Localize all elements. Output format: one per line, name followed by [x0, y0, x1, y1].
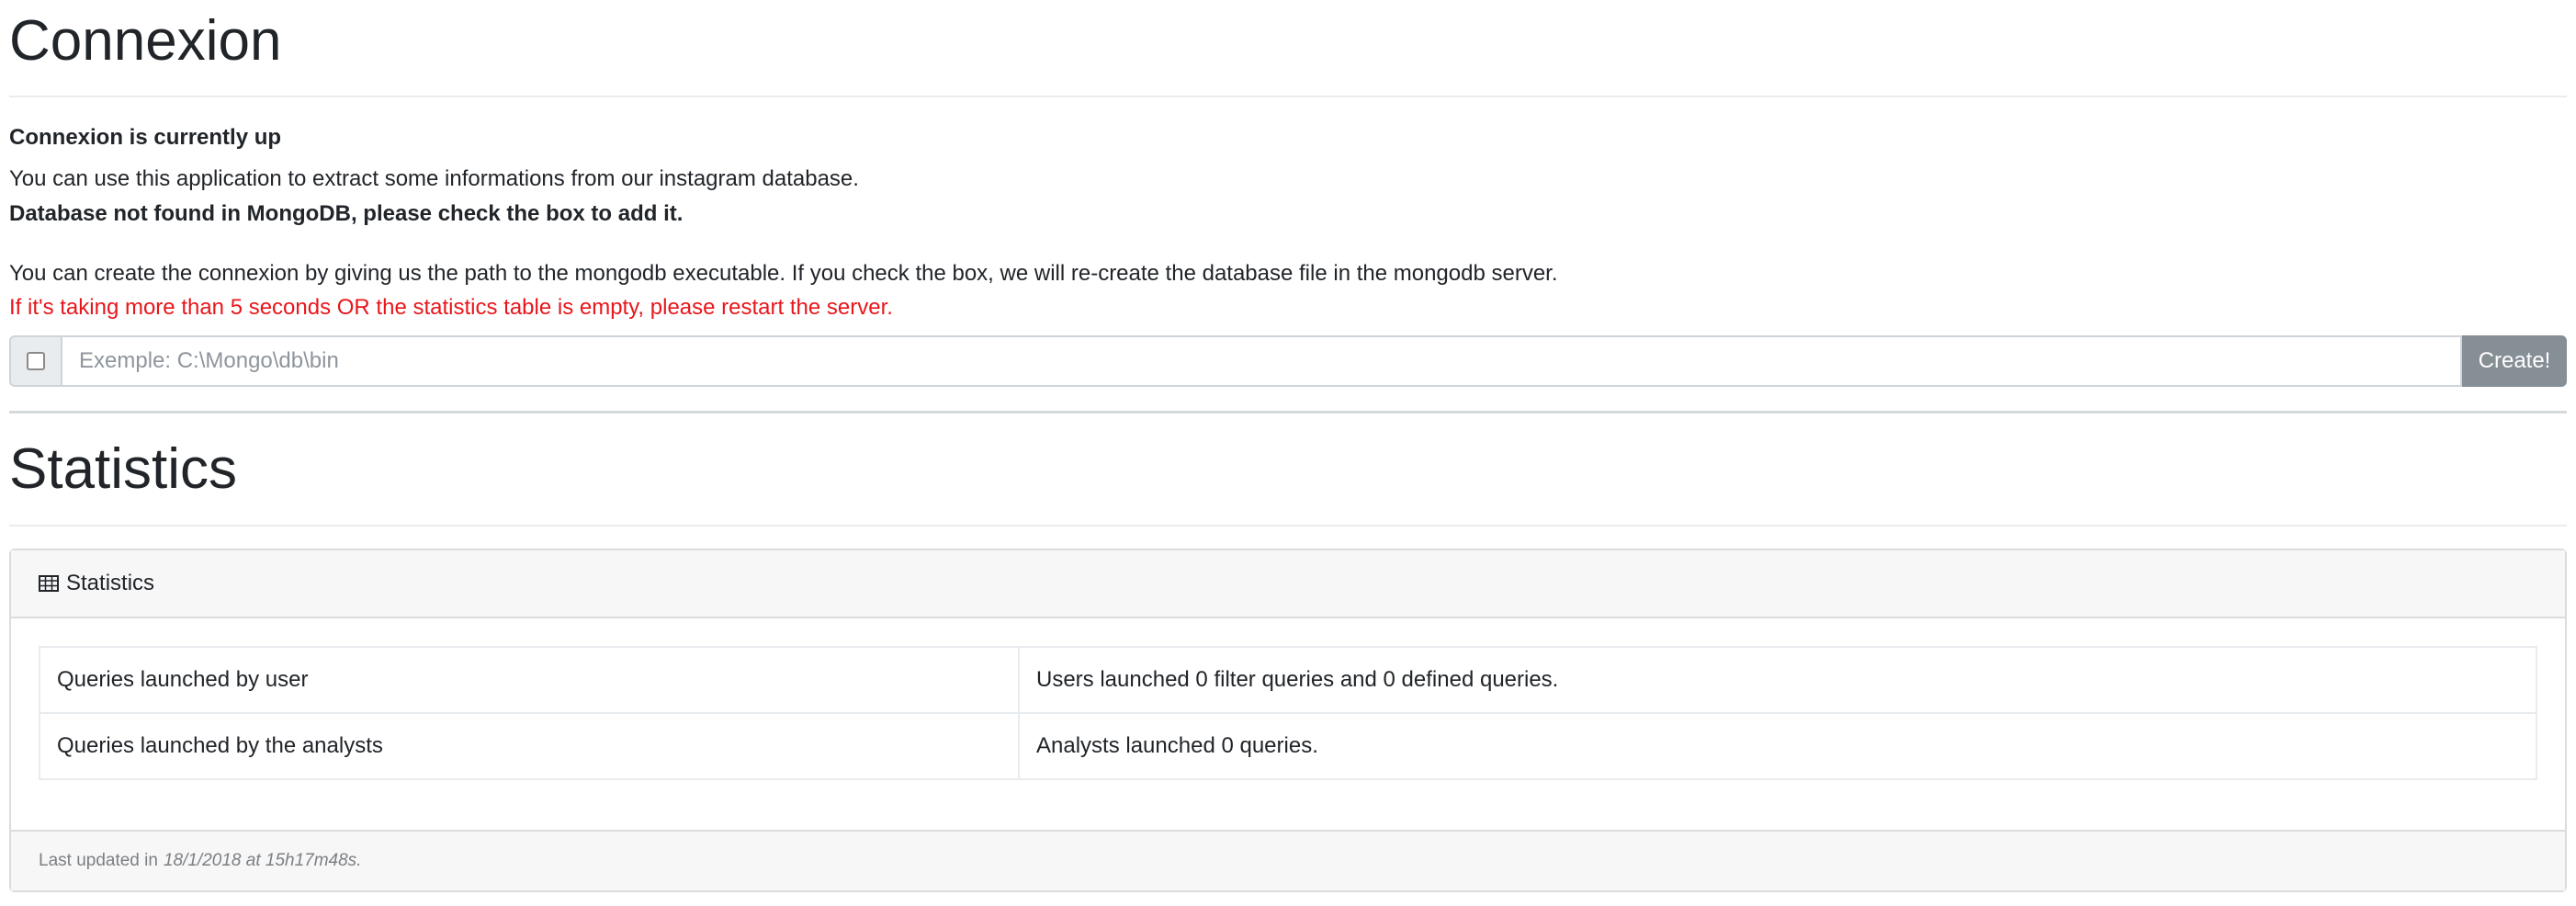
- mongodb-path-input[interactable]: [61, 335, 2462, 388]
- statistics-section: Statistics Statistics Queries launched b…: [9, 426, 2567, 892]
- statistics-card-body: Queries launched by user Users launched …: [11, 618, 2565, 830]
- statistics-card-header: Statistics: [11, 549, 2565, 618]
- instructions-text: You can create the connexion by giving u…: [9, 260, 1558, 286]
- row-label: Queries launched by user: [39, 645, 1020, 714]
- connexion-section: Connexion Connexion is currently up You …: [9, 0, 2567, 388]
- page: Connexion Connexion is currently up You …: [0, 0, 2576, 892]
- connexion-title: Connexion: [9, 0, 2567, 98]
- connexion-form: Create!: [9, 335, 2567, 388]
- statistics-card: Statistics Queries launched by user User…: [9, 548, 2567, 892]
- card-header-label: Statistics: [66, 570, 155, 595]
- connexion-status: Connexion is currently up: [9, 125, 282, 151]
- checkbox-icon[interactable]: [27, 352, 45, 371]
- statistics-card-footer: Last updated in 18/1/2018 at 15h17m48s.: [11, 829, 2565, 890]
- last-updated-date: 18/1/2018 at 15h17m48s.: [163, 850, 362, 870]
- create-button[interactable]: Create!: [2462, 335, 2567, 388]
- intro-text: You can use this application to extract …: [9, 166, 859, 192]
- statistics-title: Statistics: [9, 426, 2567, 527]
- row-value: Analysts launched 0 queries.: [1018, 711, 2537, 780]
- section-divider: [9, 411, 2567, 414]
- footer-prefix: Last updated in: [39, 850, 158, 870]
- row-label: Queries launched by the analysts: [39, 711, 1020, 780]
- statistics-table: Queries launched by user Users launched …: [39, 645, 2537, 780]
- table-row: Queries launched by the analysts Analyst…: [39, 711, 2537, 780]
- database-warning: Database not found in MongoDB, please ch…: [9, 200, 684, 226]
- table-icon: [39, 574, 59, 592]
- checkbox-addon: [9, 335, 61, 388]
- restart-warning: If it's taking more than 5 seconds OR th…: [9, 294, 893, 320]
- table-row: Queries launched by user Users launched …: [39, 645, 2537, 714]
- row-value: Users launched 0 filter queries and 0 de…: [1018, 645, 2537, 714]
